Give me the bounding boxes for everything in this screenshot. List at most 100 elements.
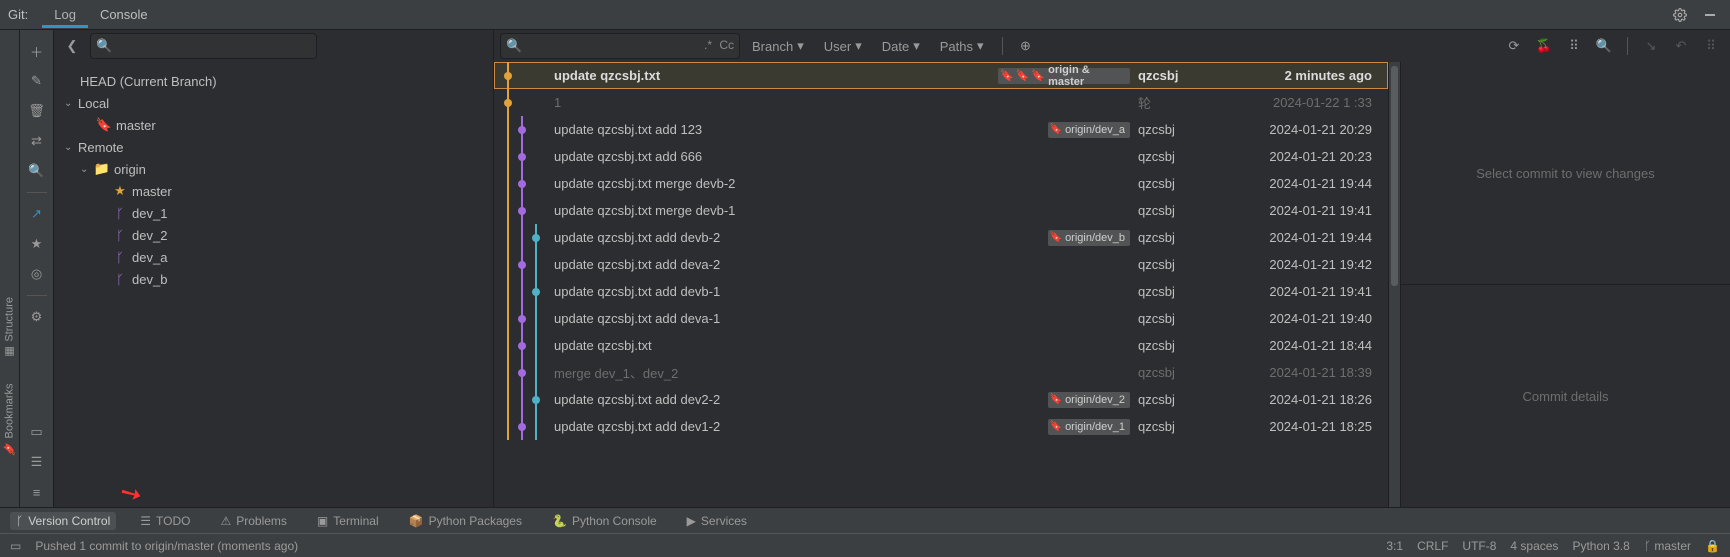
- commit-author: qzcsbj: [1138, 257, 1218, 272]
- remote-origin[interactable]: ⌄📁origin: [54, 158, 493, 180]
- scrollbar-thumb[interactable]: [1391, 66, 1398, 286]
- commit-row[interactable]: update qzcsbj.txt🔖🔖🔖origin & masterqzcsb…: [494, 62, 1388, 89]
- commit-author: qzcsbj: [1138, 392, 1218, 407]
- goto-icon[interactable]: ↘: [1638, 33, 1664, 59]
- find-icon[interactable]: 🔍: [1591, 33, 1617, 59]
- indent-setting[interactable]: 4 spaces: [1510, 539, 1558, 553]
- commit-message: update qzcsbj.txt add dev2-2: [554, 392, 998, 407]
- commit-row[interactable]: 1轮2024-01-22 1 :33: [494, 89, 1388, 116]
- edit-icon[interactable]: ✎: [24, 68, 50, 94]
- lock-icon[interactable]: 🔒: [1705, 539, 1720, 553]
- cherry-pick-icon[interactable]: 🍒: [1531, 33, 1557, 59]
- layout2-icon[interactable]: ☰: [24, 449, 50, 475]
- commit-date: 2024-01-21 19:44: [1218, 176, 1388, 191]
- branch-local-master[interactable]: 🔖master: [54, 114, 493, 136]
- caret-position[interactable]: 3:1: [1386, 539, 1403, 553]
- minimize-icon[interactable]: [1698, 3, 1722, 27]
- gear-icon[interactable]: [1668, 3, 1692, 27]
- git-toolwindow-header: Git: Log Console: [0, 0, 1730, 30]
- tool-todo[interactable]: ☰TODO: [134, 512, 196, 530]
- back-icon[interactable]: ❮: [60, 34, 84, 58]
- tool-version-control[interactable]: ᚴVersion Control: [10, 512, 116, 530]
- settings-icon[interactable]: ⚙: [24, 304, 50, 330]
- commit-row[interactable]: update qzcsbj.txt merge devb-2qzcsbj2024…: [494, 170, 1388, 197]
- intellisort-icon[interactable]: ⠿: [1561, 33, 1587, 59]
- filter-paths[interactable]: Paths ▾: [932, 34, 992, 58]
- refresh-icon[interactable]: ⟳: [1501, 33, 1527, 59]
- commit-row[interactable]: update qzcsbj.txt add 123🔖origin/dev_aqz…: [494, 116, 1388, 143]
- commit-row[interactable]: update qzcsbj.txt add dev1-2🔖origin/dev_…: [494, 413, 1388, 440]
- layout3-icon[interactable]: ≡: [24, 479, 50, 505]
- bookmarks-toolwindow-button[interactable]: 🔖Bookmarks: [3, 383, 16, 455]
- commit-message: update qzcsbj.txt merge devb-1: [554, 203, 998, 218]
- branch-origin-master[interactable]: ★master: [54, 180, 493, 202]
- target-icon[interactable]: ◎: [24, 261, 50, 287]
- filter-date[interactable]: Date ▾: [874, 34, 928, 58]
- line-separator[interactable]: CRLF: [1417, 539, 1448, 553]
- undo-icon[interactable]: ↶: [1668, 33, 1694, 59]
- structure-toolwindow-button[interactable]: ▦Structure: [3, 297, 16, 359]
- list-icon: ☰: [140, 514, 151, 528]
- commit-date: 2024-01-21 19:41: [1218, 203, 1388, 218]
- regex-icon[interactable]: .*: [704, 38, 712, 52]
- open-new-tab-icon[interactable]: ⊕: [1013, 33, 1039, 59]
- star-icon[interactable]: ★: [24, 231, 50, 257]
- commit-row[interactable]: update qzcsbj.txt add devb-2🔖origin/dev_…: [494, 224, 1388, 251]
- tool-label: Python Packages: [429, 514, 522, 528]
- commit-message: update qzcsbj.txt add 123: [554, 122, 998, 137]
- search-icon: 🔍: [96, 38, 112, 54]
- branch-tree[interactable]: HEAD (Current Branch) ⌄Local 🔖master ⌄Re…: [54, 62, 493, 507]
- tab-log[interactable]: Log: [42, 1, 88, 28]
- find-icon[interactable]: 🔍: [24, 158, 50, 184]
- commit-row[interactable]: update qzcsbj.txt add deva-1qzcsbj2024-0…: [494, 305, 1388, 332]
- tool-terminal[interactable]: ▣Terminal: [311, 512, 385, 530]
- chevron-down-icon: ▾: [913, 38, 920, 54]
- branch-origin-devb[interactable]: ᚴdev_b: [54, 268, 493, 290]
- interpreter[interactable]: Python 3.8: [1572, 539, 1629, 553]
- log-pane: 🔍 .* Cc Branch ▾ User ▾ Date ▾ Paths ▾ ⊕…: [494, 30, 1730, 507]
- tool-problems[interactable]: ⚠Problems: [214, 512, 292, 530]
- filter-user[interactable]: User ▾: [816, 34, 870, 58]
- add-icon[interactable]: ＋: [24, 38, 50, 64]
- tab-console[interactable]: Console: [88, 1, 160, 28]
- tool-services[interactable]: ▶Services: [681, 512, 753, 530]
- commit-date: 2024-01-21 19:44: [1218, 230, 1388, 245]
- commit-row[interactable]: merge dev_1、dev_2qzcsbj2024-01-21 18:39: [494, 359, 1388, 386]
- commit-message: update qzcsbj.txt add dev1-2: [554, 419, 998, 434]
- commit-author: qzcsbj: [1138, 122, 1218, 137]
- tool-label: Terminal: [333, 514, 378, 528]
- file-encoding[interactable]: UTF-8: [1462, 539, 1496, 553]
- branch-origin-dev2[interactable]: ᚴdev_2: [54, 224, 493, 246]
- local-group[interactable]: ⌄Local: [54, 92, 493, 114]
- status-bar: ▭ Pushed 1 commit to origin/master (mome…: [0, 533, 1730, 557]
- tool-python-packages[interactable]: 📦Python Packages: [403, 512, 528, 530]
- commit-row[interactable]: update qzcsbj.txt add deva-2qzcsbj2024-0…: [494, 251, 1388, 278]
- branch-origin-deva[interactable]: ᚴdev_a: [54, 246, 493, 268]
- tool-python-console[interactable]: 🐍Python Console: [546, 512, 663, 530]
- head-branch-row[interactable]: HEAD (Current Branch): [54, 70, 493, 92]
- commit-row[interactable]: update qzcsbj.txt add devb-1qzcsbj2024-0…: [494, 278, 1388, 305]
- filter-branch[interactable]: Branch ▾: [744, 34, 812, 58]
- commit-author: qzcsbj: [1138, 176, 1218, 191]
- commit-row[interactable]: update qzcsbj.txtqzcsbj2024-01-21 18:44: [494, 332, 1388, 359]
- commit-row[interactable]: update qzcsbj.txt add 666qzcsbj2024-01-2…: [494, 143, 1388, 170]
- layout1-icon[interactable]: ▭: [24, 419, 50, 445]
- branch-search-input[interactable]: [90, 33, 317, 59]
- tool-label: Services: [701, 514, 747, 528]
- commit-list[interactable]: update qzcsbj.txt🔖🔖🔖origin & masterqzcsb…: [494, 62, 1388, 507]
- popup-icon[interactable]: ▭: [10, 539, 21, 553]
- remote-group[interactable]: ⌄Remote: [54, 136, 493, 158]
- delete-icon[interactable]: 🗑: [24, 98, 50, 124]
- commit-row[interactable]: update qzcsbj.txt add dev2-2🔖origin/dev_…: [494, 386, 1388, 413]
- diff-icon[interactable]: ⇄: [24, 128, 50, 154]
- commit-row[interactable]: update qzcsbj.txt merge devb-1qzcsbj2024…: [494, 197, 1388, 224]
- git-branch-widget[interactable]: ᚴ master: [1644, 539, 1691, 553]
- commit-message: update qzcsbj.txt add deva-2: [554, 257, 998, 272]
- branch-origin-dev1[interactable]: ᚴdev_1: [54, 202, 493, 224]
- scrollbar[interactable]: [1388, 62, 1400, 507]
- push-icon[interactable]: ↗: [24, 201, 50, 227]
- chevron-down-icon: ▾: [797, 38, 804, 54]
- matchcase-icon[interactable]: Cc: [719, 38, 734, 52]
- commit-message: update qzcsbj.txt add devb-1: [554, 284, 998, 299]
- compare-icon[interactable]: ⠿: [1698, 33, 1724, 59]
